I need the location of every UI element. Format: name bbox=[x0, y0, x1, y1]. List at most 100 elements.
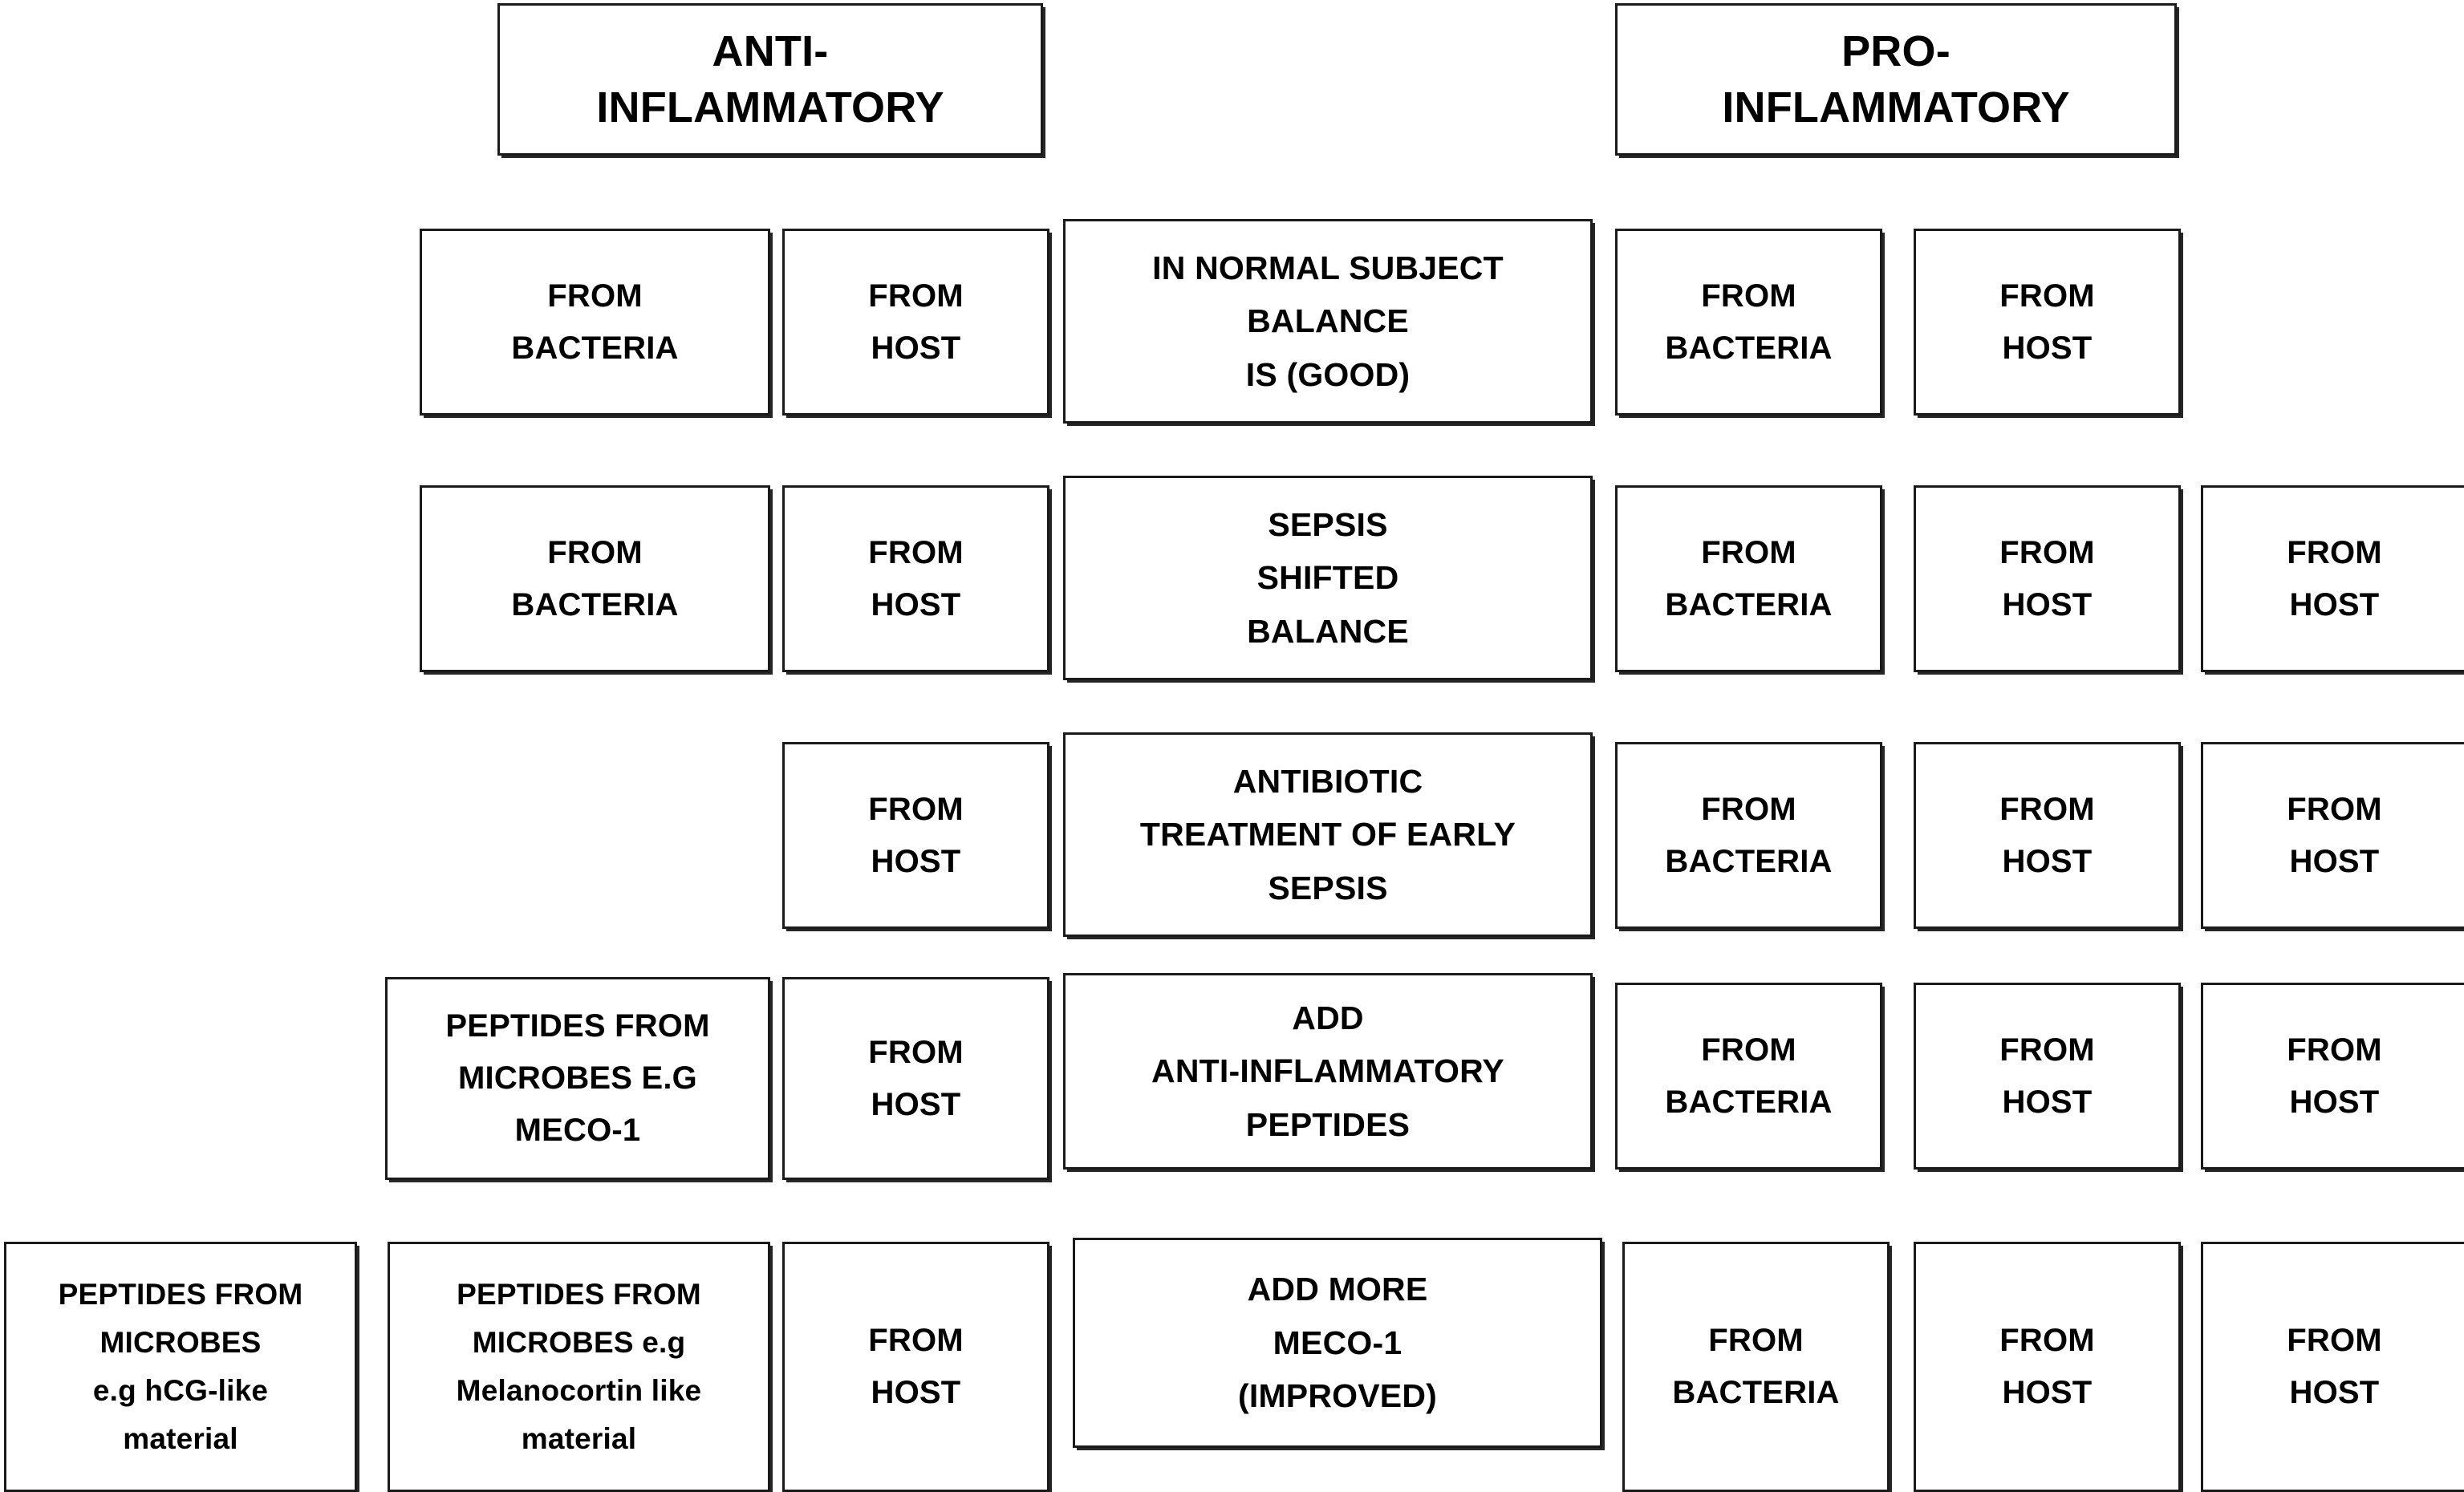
box-line: material bbox=[123, 1421, 238, 1455]
box-line: BACTERIA bbox=[1672, 1375, 1840, 1410]
row-antibiotic-pro-from-bacteria: FROM BACTERIA bbox=[1615, 742, 1882, 929]
row-add-peptides-statement: ADD ANTI-INFLAMMATORY PEPTIDES bbox=[1063, 973, 1593, 1170]
box-line: FROM bbox=[868, 534, 964, 570]
box-line: HOST bbox=[2002, 586, 2093, 622]
box-line: ADD bbox=[1292, 999, 1364, 1036]
box-line: FROM bbox=[1999, 791, 2095, 827]
box-line: HOST bbox=[2002, 1084, 2093, 1120]
row-add-more-anti-melanocortin-peptides: PEPTIDES FROM MICROBES e.g Melanocortin … bbox=[388, 1242, 770, 1492]
row-add-more-pro-from-bacteria: FROM BACTERIA bbox=[1622, 1242, 1890, 1492]
box-line: MICROBES E.G bbox=[458, 1060, 697, 1097]
box-line: FROM bbox=[1701, 534, 1796, 570]
box-line: BACTERIA bbox=[1665, 843, 1833, 879]
row-sepsis-pro-from-bacteria: FROM BACTERIA bbox=[1615, 485, 1882, 672]
row-antibiotic-anti-from-host: FROM HOST bbox=[782, 742, 1049, 929]
box-line: PEPTIDES FROM bbox=[457, 1278, 701, 1312]
box-line: HOST bbox=[2002, 330, 2093, 366]
box-line: IS (GOOD) bbox=[1245, 355, 1411, 393]
row-normal-subject-anti-from-host: FROM HOST bbox=[782, 229, 1049, 416]
box-line: FROM bbox=[1701, 791, 1796, 827]
header-pro-inflammatory-line-2: INFLAMMATORY bbox=[1722, 83, 2070, 132]
box-line: HOST bbox=[2289, 1375, 2380, 1410]
box-line: BALANCE bbox=[1247, 302, 1409, 340]
box-line: FROM bbox=[1999, 1032, 2095, 1068]
row-add-peptides-pro-from-host-2: FROM HOST bbox=[2201, 983, 2464, 1170]
box-line: PEPTIDES bbox=[1245, 1105, 1411, 1143]
header-anti-inflammatory-line-1: ANTI- bbox=[712, 26, 829, 75]
box-line: HOST bbox=[871, 843, 961, 879]
row-antibiotic-pro-from-host-1: FROM HOST bbox=[1914, 742, 2181, 929]
row-add-more-statement: ADD MORE MECO-1 (IMPROVED) bbox=[1073, 1238, 1602, 1448]
box-line: FROM bbox=[1701, 278, 1796, 314]
header-anti-inflammatory: ANTI- INFLAMMATORY bbox=[497, 3, 1043, 156]
box-line: FROM bbox=[547, 278, 643, 314]
box-line: BACTERIA bbox=[511, 586, 679, 622]
row-normal-subject-statement: IN NORMAL SUBJECT BALANCE IS (GOOD) bbox=[1063, 219, 1593, 424]
row-sepsis-anti-from-host: FROM HOST bbox=[782, 485, 1049, 672]
row-antibiotic-statement: ANTIBIOTIC TREATMENT OF EARLY SEPSIS bbox=[1063, 732, 1593, 937]
box-line: BACTERIA bbox=[1665, 586, 1833, 622]
row-sepsis-pro-from-host-2: FROM HOST bbox=[2201, 485, 2464, 672]
box-line: ADD MORE bbox=[1247, 1271, 1428, 1308]
box-line: FROM bbox=[2287, 791, 2382, 827]
box-line: MICROBES bbox=[99, 1326, 262, 1360]
box-line: FROM bbox=[2287, 1323, 2382, 1359]
box-line: MECO-1 bbox=[1273, 1324, 1402, 1361]
box-line: TREATMENT OF EARLY bbox=[1139, 816, 1516, 853]
box-line: PEPTIDES FROM bbox=[58, 1278, 303, 1312]
box-line: SEPSIS bbox=[1268, 869, 1388, 906]
box-line: FROM bbox=[868, 791, 964, 827]
box-line: SHIFTED bbox=[1256, 559, 1399, 597]
row-normal-subject-pro-from-host: FROM HOST bbox=[1914, 229, 2181, 416]
box-line: FROM bbox=[868, 1323, 964, 1359]
box-line: HOST bbox=[871, 586, 961, 622]
box-line: IN NORMAL SUBJECT bbox=[1152, 249, 1504, 286]
row-normal-subject-pro-from-bacteria: FROM BACTERIA bbox=[1615, 229, 1882, 416]
box-line: HOST bbox=[2002, 1375, 2093, 1410]
box-line: Melanocortin like bbox=[456, 1374, 702, 1407]
box-line: SEPSIS bbox=[1268, 505, 1388, 543]
box-line: HOST bbox=[871, 1375, 961, 1410]
box-line: FROM bbox=[868, 1034, 964, 1070]
box-line: HOST bbox=[2289, 586, 2380, 622]
row-add-peptides-anti-peptides-source: PEPTIDES FROM MICROBES E.G MECO-1 bbox=[385, 977, 770, 1180]
box-line: FROM bbox=[868, 278, 964, 314]
header-pro-inflammatory-line-1: PRO- bbox=[1841, 26, 1950, 75]
box-line: FROM bbox=[2287, 1032, 2382, 1068]
row-add-more-anti-hcg-peptides: PEPTIDES FROM MICROBES e.g hCG-like mate… bbox=[4, 1242, 357, 1492]
box-line: HOST bbox=[2002, 843, 2093, 879]
box-line: FROM bbox=[1999, 534, 2095, 570]
row-normal-subject-anti-from-bacteria: FROM BACTERIA bbox=[420, 229, 770, 416]
box-line: FROM bbox=[547, 534, 643, 570]
box-line: BACTERIA bbox=[511, 330, 679, 366]
box-line: PEPTIDES FROM bbox=[445, 1008, 710, 1044]
box-line: FROM bbox=[1999, 278, 2095, 314]
row-sepsis-pro-from-host-1: FROM HOST bbox=[1914, 485, 2181, 672]
box-line: FROM bbox=[1701, 1032, 1796, 1068]
row-add-more-pro-from-host-1: FROM HOST bbox=[1914, 1242, 2181, 1492]
row-add-peptides-pro-from-host-1: FROM HOST bbox=[1914, 983, 2181, 1170]
box-line: HOST bbox=[2289, 843, 2380, 879]
box-line: FROM bbox=[2287, 534, 2382, 570]
row-add-peptides-anti-from-host: FROM HOST bbox=[782, 977, 1049, 1180]
box-line: HOST bbox=[2289, 1084, 2380, 1120]
box-line: FROM bbox=[1999, 1323, 2095, 1359]
box-line: MECO-1 bbox=[514, 1112, 641, 1148]
row-add-peptides-pro-from-bacteria: FROM BACTERIA bbox=[1615, 983, 1882, 1170]
box-line: BACTERIA bbox=[1665, 1084, 1833, 1120]
box-line: MICROBES e.g bbox=[472, 1326, 686, 1360]
box-line: e.g hCG-like bbox=[92, 1374, 269, 1407]
header-anti-inflammatory-line-2: INFLAMMATORY bbox=[596, 83, 944, 132]
row-antibiotic-anti-empty-slot bbox=[420, 742, 770, 929]
row-sepsis-statement: SEPSIS SHIFTED BALANCE bbox=[1063, 476, 1593, 680]
box-line: FROM bbox=[1708, 1323, 1804, 1359]
box-line: material bbox=[521, 1421, 637, 1455]
row-add-more-pro-from-host-2: FROM HOST bbox=[2201, 1242, 2464, 1492]
box-line: HOST bbox=[871, 330, 961, 366]
row-sepsis-anti-from-bacteria: FROM BACTERIA bbox=[420, 485, 770, 672]
diagram-canvas: ANTI- INFLAMMATORY PRO- INFLAMMATORY FRO… bbox=[0, 0, 2464, 1492]
row-add-more-anti-from-host: FROM HOST bbox=[782, 1242, 1049, 1492]
header-pro-inflammatory: PRO- INFLAMMATORY bbox=[1615, 3, 2177, 156]
row-antibiotic-pro-from-host-2: FROM HOST bbox=[2201, 742, 2464, 929]
box-line: BACTERIA bbox=[1665, 330, 1833, 366]
